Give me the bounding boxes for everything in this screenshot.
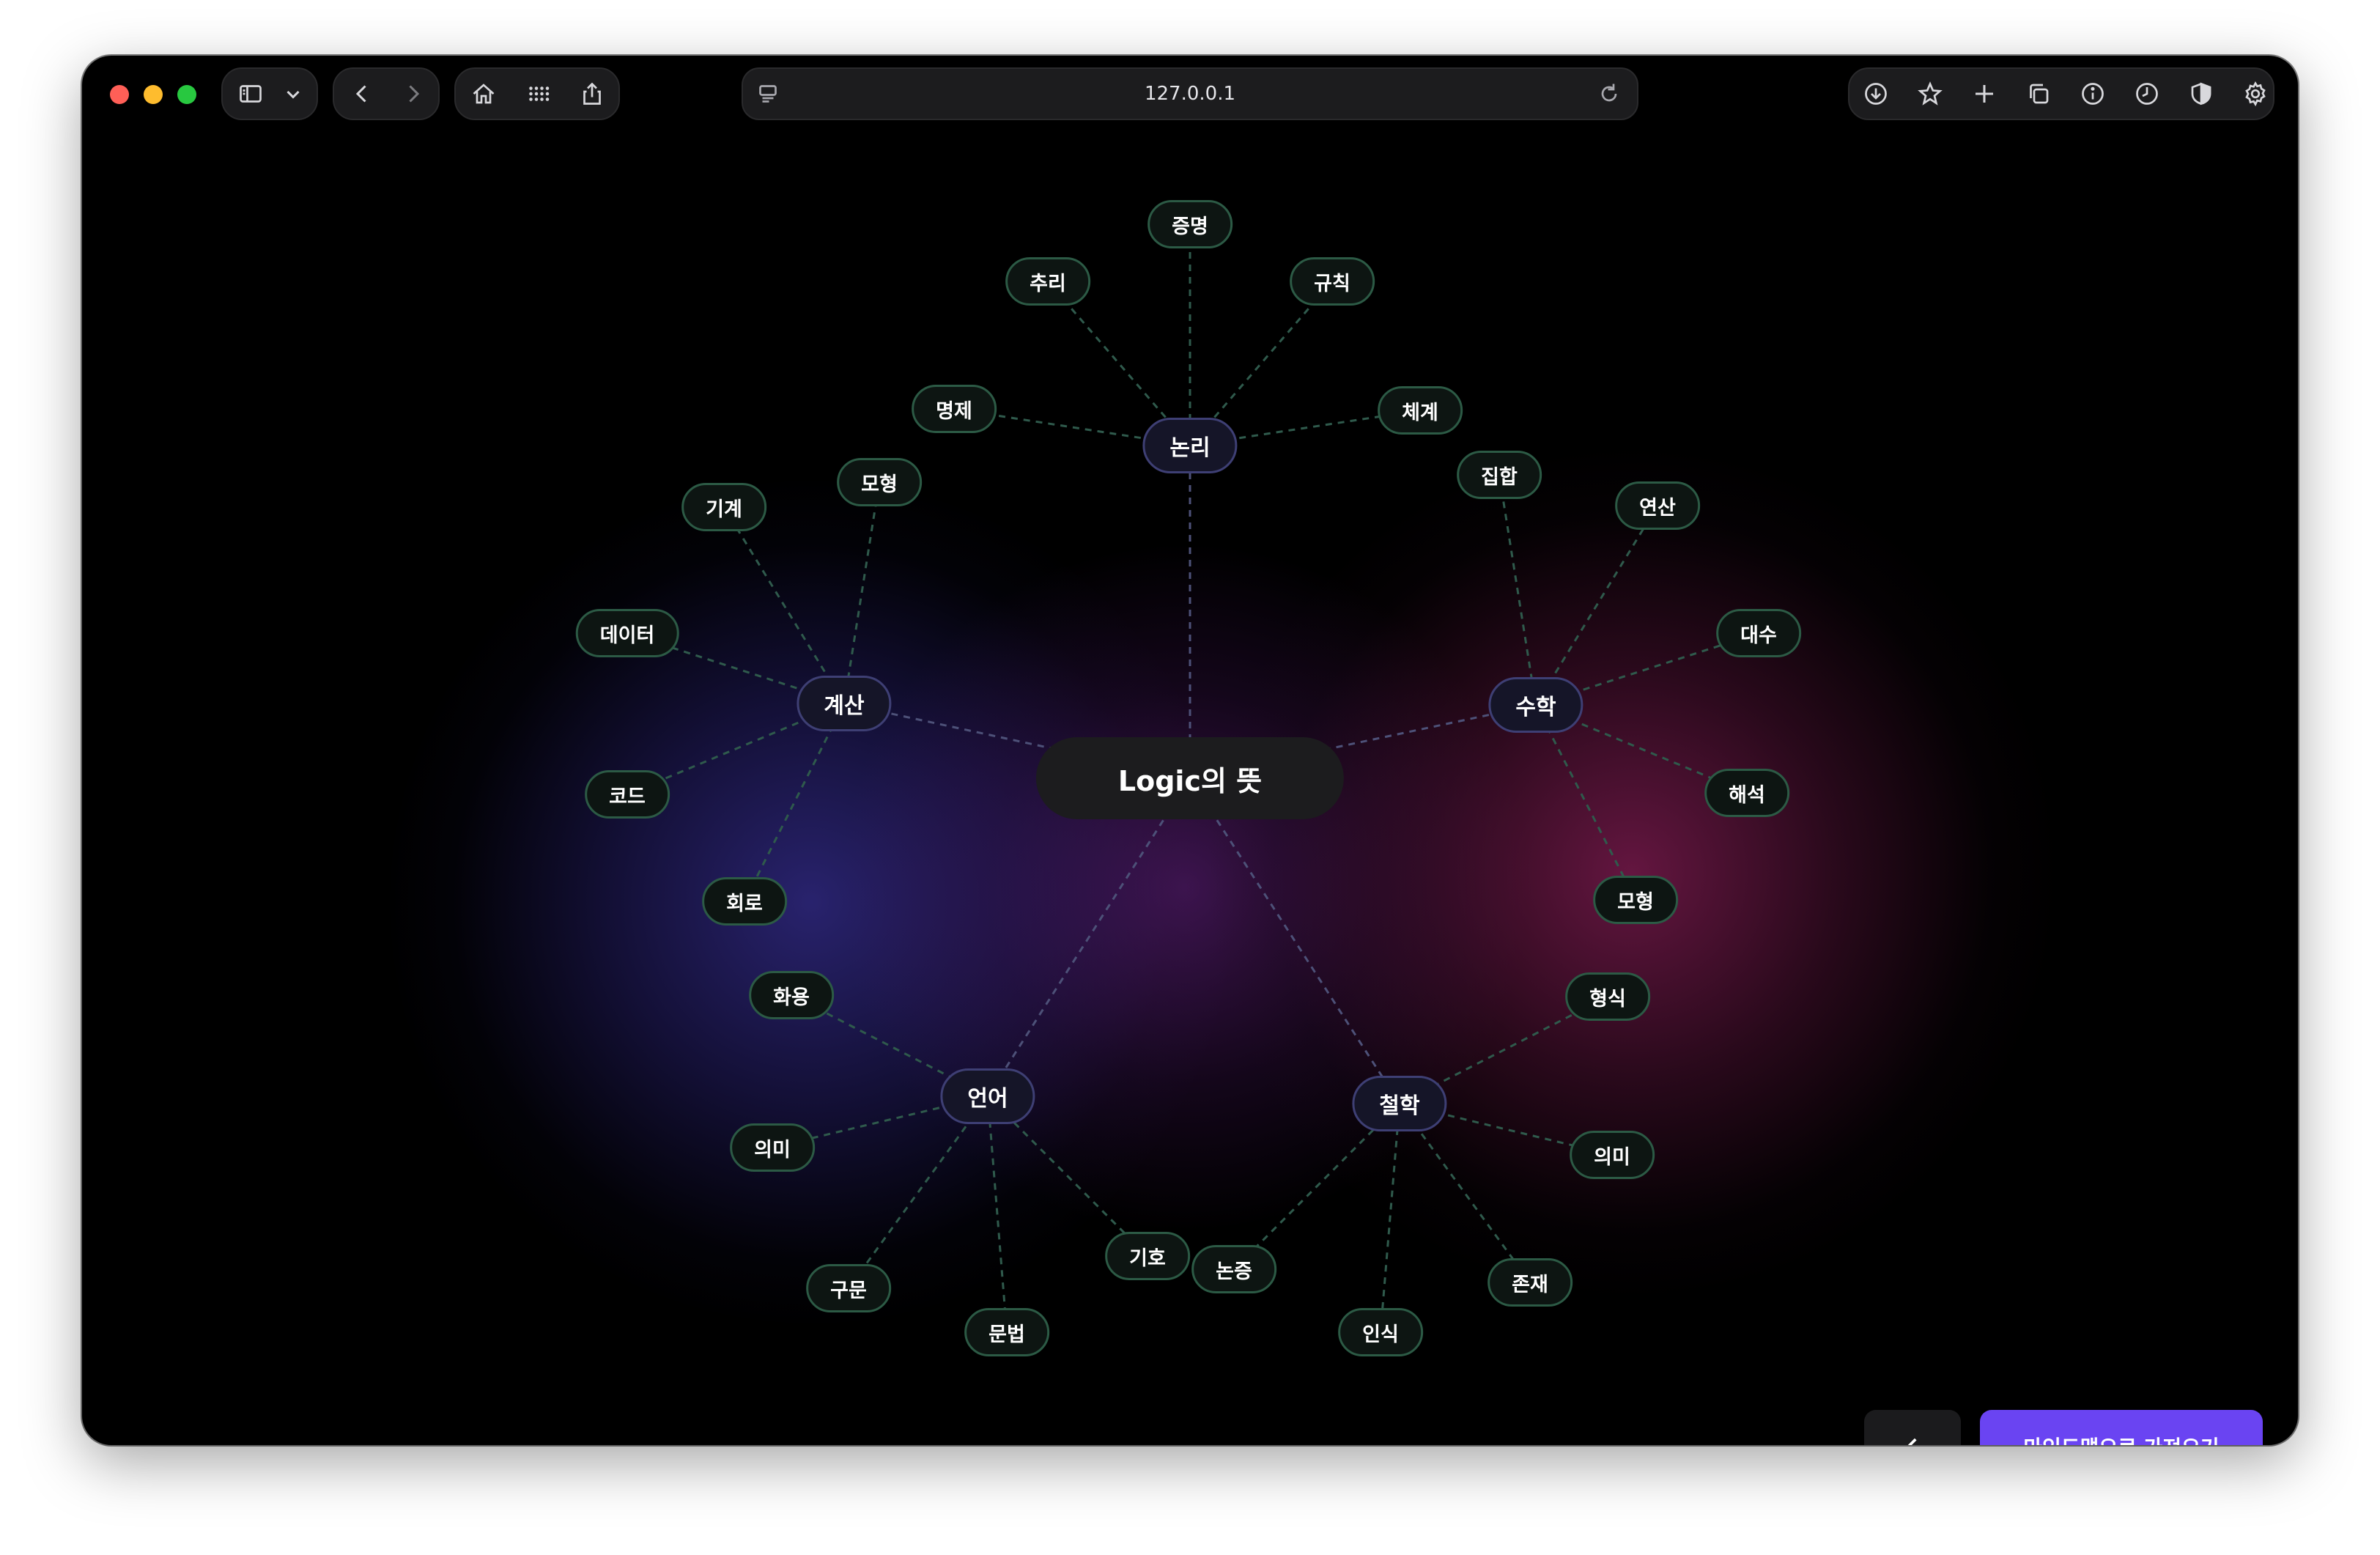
gear-icon[interactable] (2241, 79, 2270, 108)
leaf-node[interactable]: 집합 (1457, 451, 1542, 499)
address-bar[interactable]: 127.0.0.1 (742, 67, 1638, 120)
leaf-node[interactable]: 증명 (1148, 200, 1232, 248)
root-node[interactable]: Logic의 뜻 (1035, 737, 1345, 819)
leaf-node[interactable]: 기계 (681, 483, 766, 531)
sidebar-icon[interactable] (236, 79, 265, 108)
clock-icon[interactable] (2132, 79, 2162, 108)
branch-node[interactable]: 논리 (1142, 418, 1238, 473)
leaf-node[interactable]: 코드 (585, 770, 670, 819)
branch-node[interactable]: 계산 (797, 676, 892, 731)
chevron-down-icon[interactable] (278, 79, 308, 108)
leaf-node[interactable]: 추리 (1005, 257, 1090, 306)
branch-node[interactable]: 언어 (940, 1068, 1035, 1124)
url-text: 127.0.0.1 (1144, 83, 1236, 105)
tabs-icon[interactable] (2024, 79, 2053, 108)
zoom-window-button[interactable] (177, 85, 196, 104)
share-icon[interactable] (577, 79, 607, 108)
leaf-node[interactable]: 규칙 (1290, 257, 1375, 306)
leaf-node[interactable]: 모형 (837, 458, 922, 506)
leaf-node[interactable]: 명제 (912, 385, 997, 433)
leaf-node[interactable]: 데이터 (575, 609, 679, 657)
close-window-button[interactable] (110, 85, 129, 104)
leaf-node[interactable]: 문법 (964, 1308, 1049, 1356)
leaf-node[interactable]: 인식 (1338, 1308, 1423, 1356)
mindmap-canvas: Logic의 뜻 논리 증명 추리 규칙 명제 체계 계산 모형 기계 데이터 … (82, 129, 2298, 1445)
browser-toolbar: 127.0.0.1 (82, 56, 2298, 129)
home-icon[interactable] (469, 79, 498, 108)
leaf-node[interactable]: 화용 (749, 971, 834, 1019)
grid-icon[interactable] (524, 79, 553, 108)
download-icon[interactable] (1861, 79, 1891, 108)
leaf-node[interactable]: 논증 (1191, 1245, 1276, 1293)
leaf-node[interactable]: 체계 (1378, 386, 1463, 435)
branch-node[interactable]: 수학 (1488, 677, 1583, 733)
leaf-node[interactable]: 존재 (1488, 1258, 1572, 1307)
reload-icon[interactable] (1594, 79, 1624, 108)
back-icon[interactable] (347, 79, 377, 108)
minimize-window-button[interactable] (144, 85, 163, 104)
info-icon[interactable] (2078, 79, 2107, 108)
chevron-left-icon (1900, 1434, 1925, 1445)
leaf-node[interactable]: 모형 (1593, 876, 1678, 924)
import-to-mindmap-button[interactable]: 마인드맵으로 가져오기 (1980, 1410, 2263, 1445)
browser-window: 127.0.0.1 Logic의 뜻 논리 증명 추리 규칙 명제 체계 계산 … (82, 56, 2298, 1445)
leaf-node[interactable]: 대수 (1716, 609, 1801, 657)
forward-icon[interactable] (399, 79, 428, 108)
leaf-node[interactable]: 연산 (1615, 481, 1700, 530)
leaf-node[interactable]: 해석 (1704, 769, 1789, 817)
leaf-node[interactable]: 기호 (1105, 1232, 1190, 1280)
leaf-node[interactable]: 회로 (702, 877, 787, 926)
plus-icon[interactable] (1970, 79, 1999, 108)
leaf-node[interactable]: 의미 (1570, 1131, 1655, 1179)
branch-node[interactable]: 철학 (1352, 1076, 1447, 1131)
leaf-node[interactable]: 의미 (730, 1123, 815, 1172)
leaf-node[interactable]: 구문 (806, 1264, 891, 1312)
leaf-node[interactable]: 형식 (1565, 972, 1650, 1021)
star-icon[interactable] (1915, 79, 1945, 108)
back-button[interactable] (1864, 1410, 1961, 1445)
shield-icon[interactable] (2187, 79, 2216, 108)
